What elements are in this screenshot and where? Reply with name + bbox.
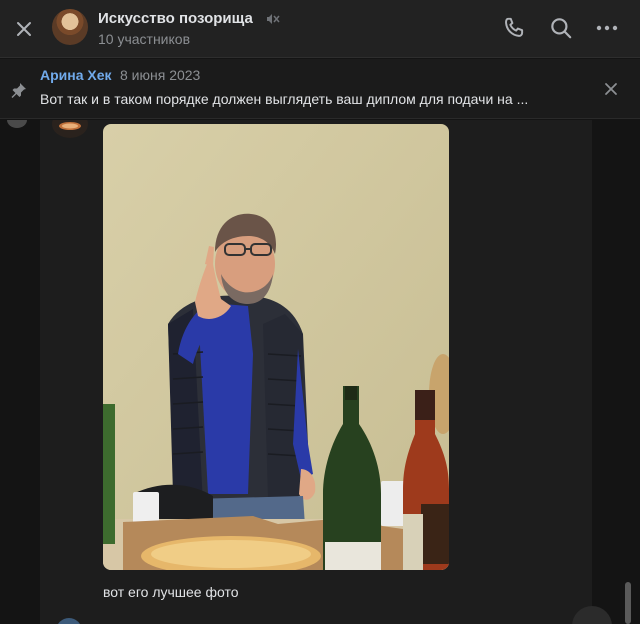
- members-count[interactable]: 10 участников: [98, 31, 190, 47]
- pinned-author[interactable]: Арина Хек: [40, 67, 112, 83]
- photo-image: [103, 124, 449, 570]
- unpin-close-icon[interactable]: [602, 80, 620, 98]
- muted-speaker-icon: [267, 14, 280, 24]
- pinned-message[interactable]: Арина Хек 8 июня 2023 Вот так и в таком …: [0, 59, 640, 119]
- more-icon[interactable]: [594, 15, 620, 41]
- pinned-text[interactable]: Вот так и в таком порядке должен выгляде…: [40, 91, 585, 107]
- pin-icon: [11, 83, 26, 98]
- close-icon[interactable]: [12, 17, 36, 41]
- message-photo[interactable]: [103, 124, 449, 570]
- pinned-date: 8 июня 2023: [120, 67, 201, 83]
- search-icon[interactable]: [548, 15, 574, 41]
- unread-indicator-icon: [7, 120, 27, 128]
- sender-avatar[interactable]: [50, 120, 90, 140]
- chat-title[interactable]: Искусство позорища: [98, 10, 253, 27]
- message-caption: вот его лучшее фото: [103, 584, 239, 600]
- phone-icon[interactable]: [501, 15, 527, 41]
- chat-avatar[interactable]: [52, 9, 88, 45]
- chat-header: Искусство позорища 10 участников: [0, 0, 640, 58]
- scrollbar[interactable]: [625, 582, 631, 624]
